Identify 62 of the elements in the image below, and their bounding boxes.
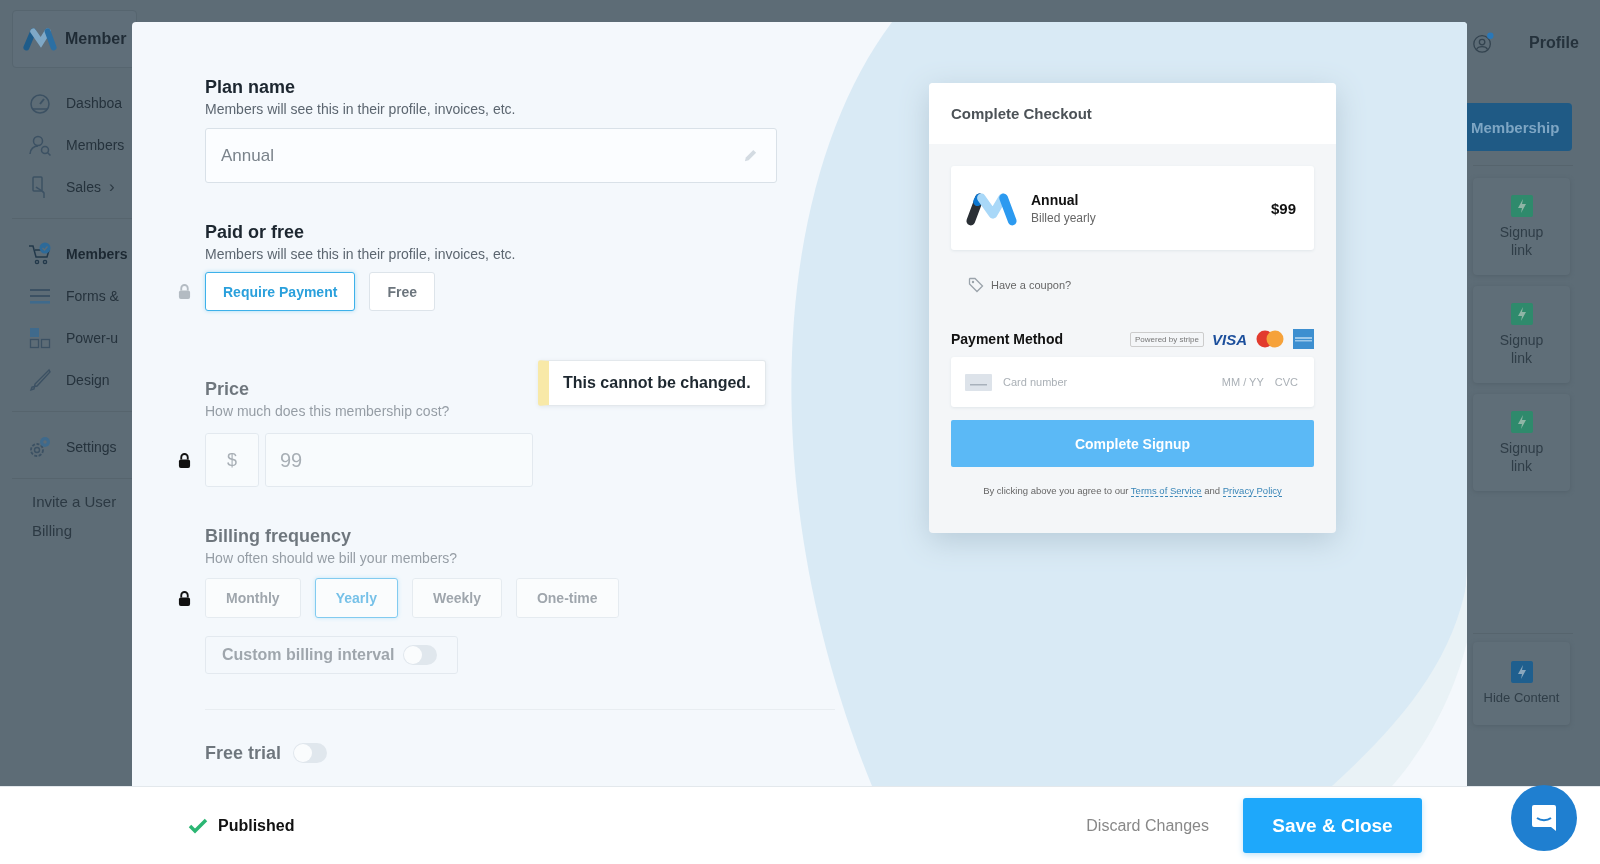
nav-item[interactable]: Power-u — [12, 317, 132, 359]
mastercard-icon — [1255, 330, 1285, 348]
pencil-icon — [743, 148, 758, 163]
card-icon — [965, 373, 992, 391]
payment-method-label: Payment Method — [951, 331, 1064, 347]
expiry-placeholder: MM / YY — [1221, 376, 1264, 388]
section-title: Plan name — [205, 76, 296, 98]
plan-price: $99 — [1270, 199, 1296, 217]
toggle-label: Custom billing interval — [222, 646, 395, 664]
card-number-placeholder: Card number — [1003, 376, 1068, 388]
complete-signup-button[interactable]: Complete Signup — [951, 420, 1314, 467]
coupon-link[interactable]: Have a coupon? — [991, 279, 1072, 291]
nav-item[interactable]: Members — [12, 124, 132, 166]
section-title: Free trial — [205, 742, 282, 764]
checkout-title: Complete Checkout — [951, 105, 1092, 122]
gauge-icon — [28, 91, 52, 115]
terms-text: By clicking above you agree to our Terms of Service and Privacy Policy — [982, 485, 1283, 496]
section-title: Paid or free — [205, 221, 305, 243]
nav-item[interactable]: Sales › — [12, 166, 132, 208]
user-icon[interactable] — [1472, 32, 1494, 54]
profile-link[interactable]: Profile — [1529, 34, 1579, 52]
toggle-switch[interactable] — [293, 743, 328, 763]
privacy-link[interactable]: Privacy Policy — [1222, 485, 1282, 497]
amex-icon — [1293, 329, 1314, 349]
settings-icon — [28, 435, 52, 459]
chat-icon — [1529, 803, 1559, 833]
nav-item[interactable]: Settings — [12, 426, 132, 468]
logo-icon — [23, 27, 57, 51]
card-field[interactable]: Card number MM / YY CVC — [951, 357, 1314, 407]
option-button[interactable]: Free — [369, 272, 435, 311]
section-hint: How often should we bill your members? — [205, 549, 458, 567]
section-title: Billing frequency — [205, 525, 352, 547]
nav-item[interactable]: Design — [12, 359, 132, 401]
terms-link[interactable]: Terms of Service — [1130, 485, 1202, 497]
nav-item[interactable]: Forms & — [12, 275, 132, 317]
brand-header[interactable]: Member — [12, 10, 137, 68]
visa-logo: VISA — [1212, 330, 1247, 348]
blocks-icon — [28, 326, 52, 350]
membership-button[interactable]: Membership — [1467, 103, 1572, 151]
tooltip: This cannot be changed. — [538, 360, 766, 406]
section-hint: Members will see this in their profile, invoices, etc. — [205, 100, 516, 118]
tag-icon — [968, 277, 984, 293]
cvc-placeholder: CVC — [1274, 376, 1298, 388]
chevron-icon: › — [109, 178, 115, 196]
publish-status: Published — [218, 816, 295, 835]
discard-button[interactable]: Discard Changes — [1080, 815, 1215, 836]
section-hint: Members will see this in their profile, invoices, etc. — [205, 245, 516, 263]
brush-icon — [28, 368, 52, 392]
plan-name-field[interactable]: Annual — [205, 128, 777, 183]
plan-period: Billed yearly — [1031, 210, 1097, 225]
stripe-badge: Powered by stripe — [1129, 331, 1204, 347]
nav-item[interactable]: Dashboa — [12, 82, 132, 124]
section-hint: How much does this membership cost? — [205, 402, 450, 420]
plan-name: Annual — [1031, 191, 1080, 208]
save-button[interactable]: Save & Close — [1243, 798, 1422, 853]
cart-icon — [28, 242, 52, 266]
lock-icon — [178, 451, 191, 469]
option-button[interactable]: Require Payment — [205, 272, 356, 311]
nav-item[interactable]: Members — [12, 233, 132, 275]
user-search-icon — [28, 133, 52, 157]
currency-field: $ — [205, 433, 259, 487]
section-title: Price — [205, 378, 250, 400]
